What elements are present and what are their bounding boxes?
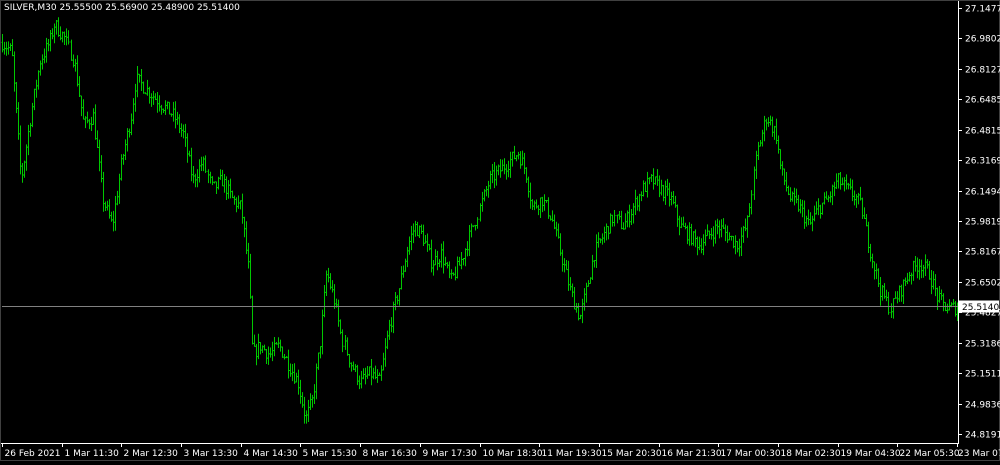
x-tick-label: 19 Mar 04:30: [841, 449, 901, 459]
y-tick-label: 24.81910: [965, 431, 1000, 441]
x-tick-label: 18 Mar 02:30: [781, 449, 841, 459]
x-tick-label: 22 Mar 05:30: [900, 449, 960, 459]
x-tick-label: 17 Mar 00:30: [721, 449, 781, 459]
x-tick-label: 2 Mar 12:30: [124, 449, 179, 459]
chart-open-value: 25.55500: [59, 3, 103, 13]
y-tick-label: 25.15110: [965, 370, 1000, 380]
y-tick-label: 25.65020: [965, 279, 1000, 289]
x-tick-label: 10 Mar 18:30: [483, 449, 543, 459]
chart-area[interactable]: 27.14770 26.98020 26.81270 26.64850 26.48150…: [0, 0, 1000, 461]
x-tick-label: 26 Feb 2021: [5, 449, 61, 459]
y-tick-label: 27.14770: [965, 5, 1000, 15]
y-tick-label: 26.31690: [965, 157, 1000, 167]
current-price-label-text: 25.51400: [962, 303, 1000, 313]
y-tick-label: 24.98360: [965, 401, 1000, 411]
y-tick-label: 26.48150: [965, 127, 1000, 137]
y-tick-label: 25.31860: [965, 340, 1000, 350]
x-tick-label: 15 Mar 20:30: [602, 449, 662, 459]
current-price-label: 25.51400: [959, 300, 1000, 313]
chart-low-value: 25.48900: [151, 3, 195, 13]
y-tick-label: 25.98190: [965, 218, 1000, 228]
x-tick-label: 1 Mar 11:30: [65, 449, 120, 459]
y-tick-label: 26.64850: [965, 96, 1000, 106]
x-tick-label: 3 Mar 13:30: [184, 449, 239, 459]
x-tick-label: 4 Mar 14:30: [244, 449, 299, 459]
x-tick-label: 11 Mar 19:30: [542, 449, 602, 459]
x-tick-label: 23 Mar 07:30: [958, 449, 1000, 459]
x-tick-label: 16 Mar 21:30: [662, 449, 722, 459]
y-tick-label: 26.81270: [965, 66, 1000, 76]
y-tick-label: 26.14940: [965, 188, 1000, 198]
x-tick-label: 5 Mar 15:30: [303, 449, 358, 459]
y-tick-label: 25.81670: [965, 248, 1000, 258]
chart-header-ohlc: SILVER,M30 25.55500 25.56900 25.48900 25…: [4, 3, 240, 13]
chart-symbol-timeframe: SILVER,M30: [4, 3, 57, 13]
x-tick-label: 8 Mar 16:30: [363, 449, 418, 459]
price-chart[interactable]: 27.14770 26.98020 26.81270 26.64850 26.48150…: [0, 0, 1000, 461]
chart-high-value: 25.56900: [105, 3, 149, 13]
y-tick-label: 26.98020: [965, 35, 1000, 45]
chart-close-value: 25.51400: [196, 3, 240, 13]
x-tick-label: 9 Mar 17:30: [423, 449, 478, 459]
